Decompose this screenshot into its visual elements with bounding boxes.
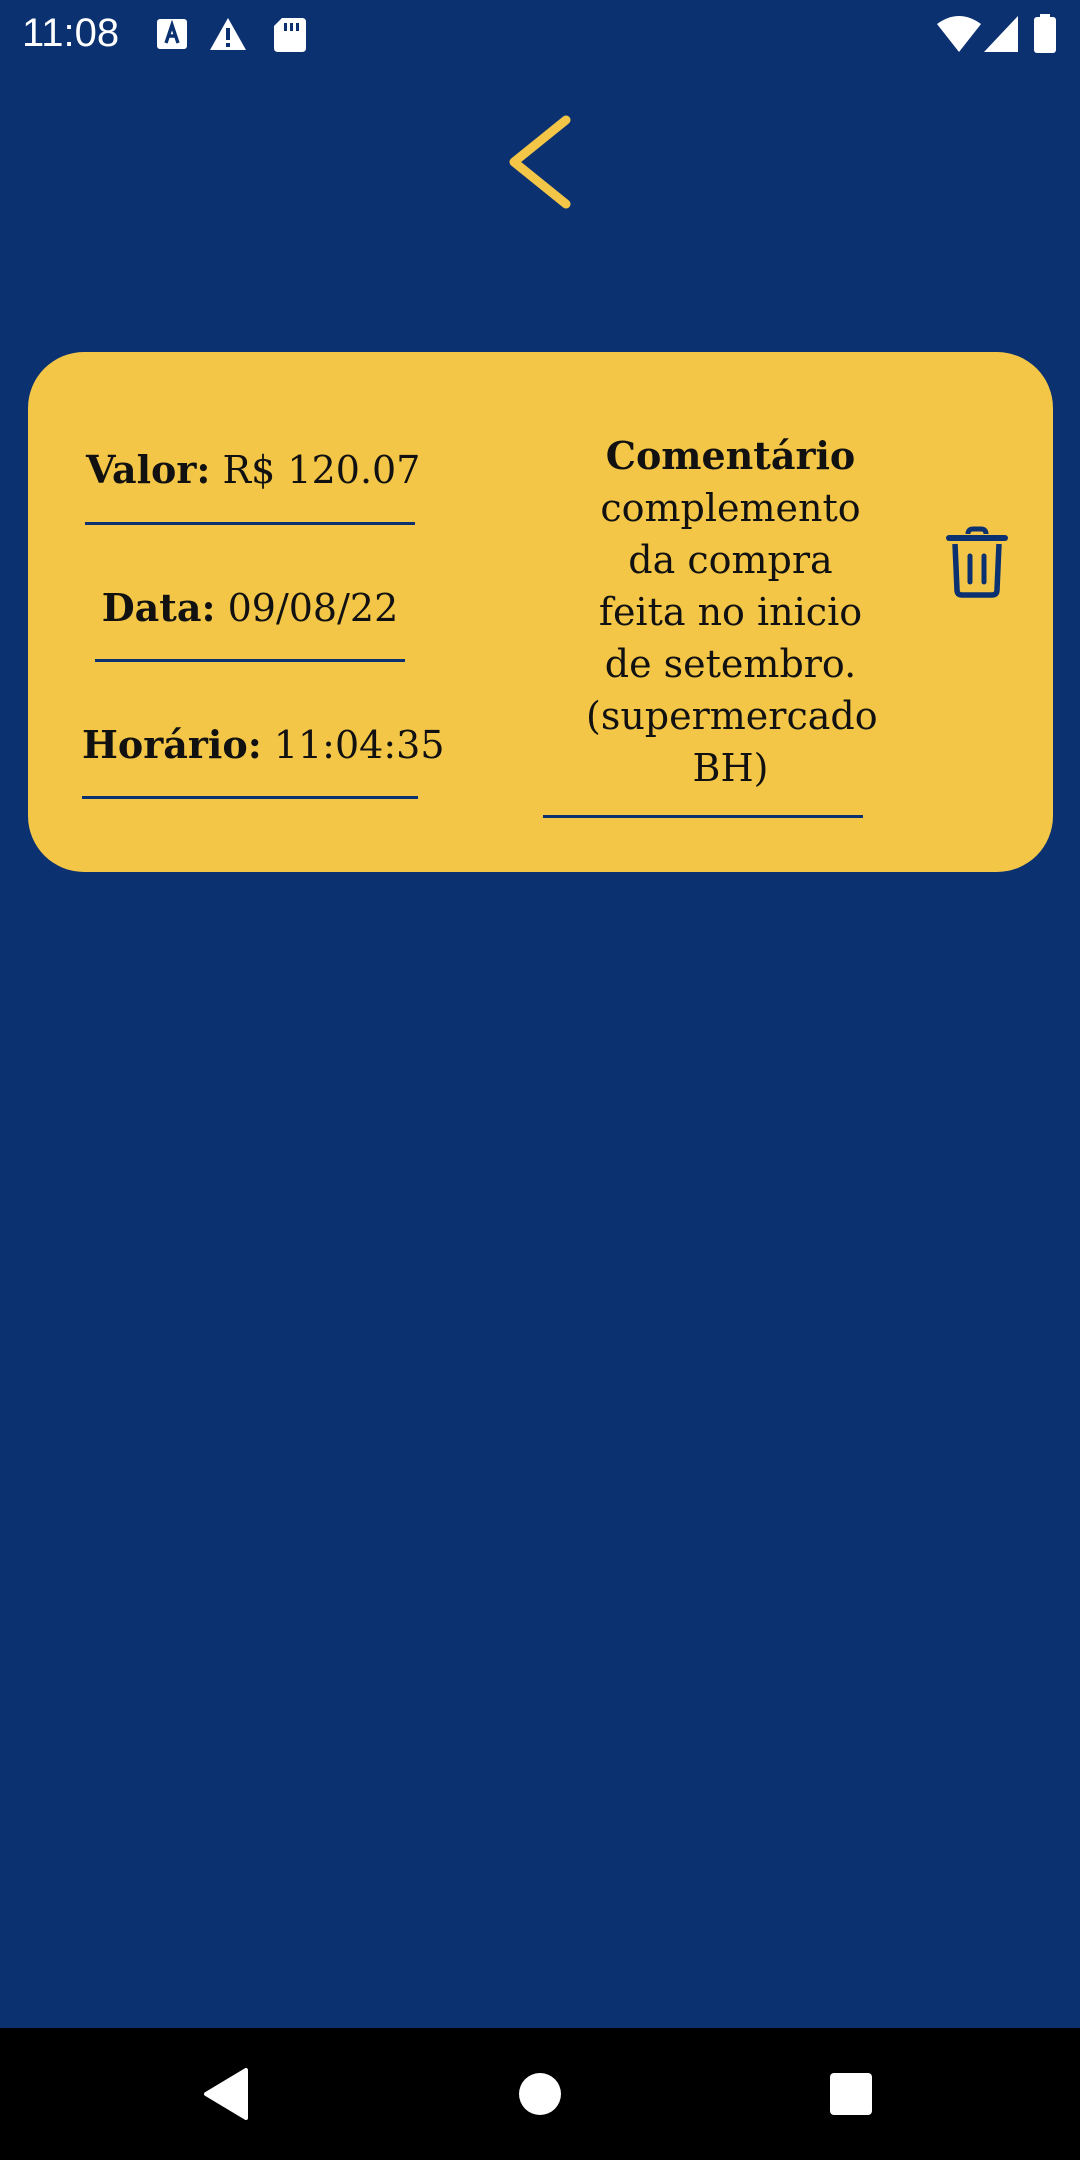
navigation-bar xyxy=(0,2028,1080,2160)
comentario-underline xyxy=(543,815,863,818)
status-bar: 11:08 xyxy=(0,0,1080,66)
nav-back-icon xyxy=(204,2068,248,2120)
data-value: 09/08/22 xyxy=(227,586,399,630)
back-button[interactable] xyxy=(500,112,580,212)
horario-underline xyxy=(82,796,418,799)
battery-icon xyxy=(1030,14,1060,54)
valor-label: Valor: xyxy=(86,447,211,492)
wifi-icon xyxy=(936,14,982,54)
keyboard-a-icon xyxy=(152,14,192,54)
record-card: Valor: R$ 120.07 Data: 09/08/22 Horário:… xyxy=(28,352,1053,872)
nav-recents-button[interactable] xyxy=(815,2058,887,2130)
warning-icon xyxy=(208,14,248,54)
chevron-left-icon xyxy=(509,115,571,209)
nav-home-button[interactable] xyxy=(504,2058,576,2130)
valor-value: R$ 120.07 xyxy=(222,448,421,492)
nav-home-icon xyxy=(519,2073,561,2115)
sd-card-icon xyxy=(270,14,310,54)
data-underline xyxy=(95,659,405,662)
status-time: 11:08 xyxy=(22,11,120,55)
horario-value: 11:04:35 xyxy=(273,723,445,767)
nav-recents-icon xyxy=(830,2073,872,2115)
valor-field: Valor: R$ 120.07 xyxy=(86,446,420,494)
data-label: Data: xyxy=(101,585,216,630)
delete-button[interactable] xyxy=(946,526,1008,598)
cell-signal-icon xyxy=(982,14,1022,54)
horario-field: Horário: 11:04:35 xyxy=(82,721,445,769)
horario-label: Horário: xyxy=(82,722,262,767)
comentario-text: complemento da compra feita no inicio de… xyxy=(586,486,878,790)
nav-back-button[interactable] xyxy=(190,2058,262,2130)
valor-underline xyxy=(85,522,415,525)
trash-icon xyxy=(946,526,1008,598)
comentario-label: Comentário xyxy=(605,433,856,478)
comentario-block: Comentário complemento da compra feita n… xyxy=(568,430,893,794)
data-field: Data: 09/08/22 xyxy=(95,584,405,632)
